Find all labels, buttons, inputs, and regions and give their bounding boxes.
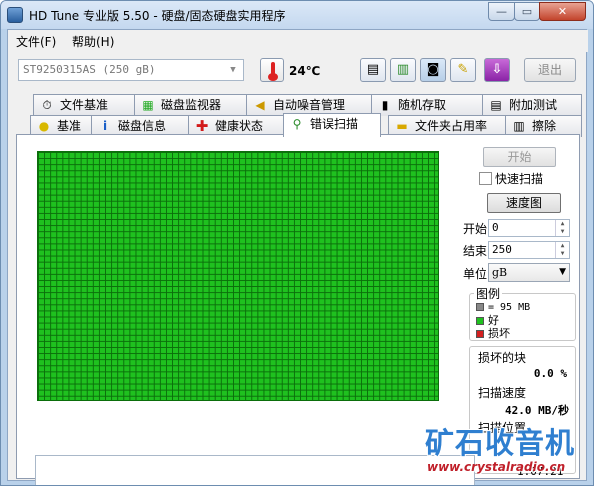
watermark-text: 矿石收音机 [425, 426, 576, 460]
close-button[interactable]: ✕ [539, 2, 586, 21]
menu-file[interactable]: 文件(F) [16, 33, 56, 50]
end-field-value: 250 [492, 243, 512, 256]
speaker-icon: ◀ [255, 98, 265, 112]
thermometer-icon [260, 58, 284, 82]
legend-good-label: 好 [488, 314, 499, 327]
quick-scan-label: 快速扫描 [495, 172, 544, 186]
bad-blocks-label: 损坏的块 [478, 351, 527, 365]
menu-help[interactable]: 帮助(H) [72, 33, 114, 50]
watermark-url: www.crystalradio.cn [427, 460, 566, 474]
end-field[interactable]: 250 ▲ ▼ [488, 241, 570, 259]
exit-button[interactable]: 退出 [524, 58, 576, 82]
legend-block-row: = 95 MB [470, 302, 575, 314]
legend-bad-row: 损坏 [470, 327, 575, 340]
tools-icon: ✎ [457, 62, 469, 77]
options-button[interactable]: ✎ [450, 58, 476, 82]
spinner-arrows-icon[interactable]: ▲ ▼ [555, 242, 569, 258]
bad-blocks-value: 0.0 % [533, 367, 567, 380]
lightbulb-icon: ● [38, 119, 50, 133]
chevron-down-icon: ▼ [230, 65, 236, 75]
start-scan-button[interactable]: 开始 [483, 147, 556, 167]
monitor-chart-icon: ▦ [142, 98, 154, 112]
unit-select[interactable]: gB ▼ [488, 263, 570, 282]
copy-icon: ▤ [366, 62, 380, 77]
tab-disk-monitor[interactable]: ▦ 磁盘监视器 [134, 94, 247, 116]
unit-label: 单位 [463, 267, 488, 281]
end-label: 结束 [463, 244, 488, 258]
quick-scan-checkbox[interactable] [479, 172, 492, 185]
scan-block-map [37, 151, 439, 401]
drive-select-value: ST9250315AS (250 gB) [23, 63, 156, 76]
start-field[interactable]: 0 ▲ ▼ [488, 219, 570, 237]
down-arrow-icon: ⇩ [491, 62, 503, 77]
app-window: HD Tune 专业版 5.50 - 硬盘/固态硬盘实用程序 — ▭ ✕ 文件(… [0, 0, 594, 486]
screenshot-button[interactable]: ◙ [420, 58, 446, 82]
info-icon: i [102, 119, 108, 133]
chevron-down-icon: ▼ [559, 267, 566, 277]
temperature-value: 24℃ [289, 64, 321, 78]
tab-error-scan[interactable]: ⚲ 错误扫描 [283, 113, 381, 137]
copy-all-icon: ▥ [396, 62, 410, 77]
random-access-icon: ▮ [381, 98, 389, 112]
legend-block-size: = 95 MB [488, 302, 531, 313]
trash-icon: ▥ [513, 119, 525, 133]
save-button[interactable]: ⇩ [484, 58, 510, 82]
folder-icon: ▬ [396, 119, 408, 133]
camera-icon: ◙ [426, 62, 440, 77]
tab-random-access[interactable]: ▮ 随机存取 [371, 94, 483, 116]
legend-title: 图例 [476, 287, 501, 301]
scan-log[interactable] [35, 455, 475, 485]
tab-file-benchmark[interactable]: ⏱ 文件基准 [33, 94, 135, 116]
window-title: HD Tune 专业版 5.50 - 硬盘/固态硬盘实用程序 [29, 9, 286, 23]
maximize-button[interactable]: ▭ [514, 2, 540, 21]
drive-select[interactable]: ST9250315AS (250 gB) ▼ [18, 59, 244, 81]
magnifier-icon: ⚲ [292, 117, 302, 131]
legend-bad-label: 损坏 [488, 327, 510, 340]
speed-map-button[interactable]: 速度图 [487, 193, 561, 213]
minimize-button[interactable]: — [488, 2, 515, 21]
good-swatch [476, 317, 484, 325]
start-label: 开始 [463, 222, 488, 236]
spinner-arrows-icon[interactable]: ▲ ▼ [555, 220, 569, 236]
legend-box: 图例 = 95 MB 好 损坏 [469, 285, 576, 341]
watermark: 矿石收音机 www.crystalradio.cn [425, 420, 594, 486]
menu-bar: 文件(F) 帮助(H) [8, 30, 588, 52]
copy-all-button[interactable]: ▥ [390, 58, 416, 82]
scan-speed-label: 扫描速度 [478, 386, 527, 400]
copy-text-button[interactable]: ▤ [360, 58, 386, 82]
start-field-value: 0 [492, 221, 499, 234]
hdtune-icon [7, 7, 23, 23]
tab-extra-tests[interactable]: ▤ 附加测试 [482, 94, 582, 116]
bad-swatch [476, 330, 484, 338]
client-area: 文件(F) 帮助(H) ST9250315AS (250 gB) ▼ 24℃ ▤… [7, 29, 588, 485]
stopwatch-icon: ⏱ [42, 98, 52, 112]
toolbar: ST9250315AS (250 gB) ▼ 24℃ ▤ ▥ ◙ ✎ ⇩ 退出 [8, 52, 588, 88]
block-swatch [476, 303, 484, 311]
calculator-icon: ▤ [490, 98, 502, 112]
scan-speed-value: 42.0 MB/秒 [505, 404, 569, 417]
unit-select-value: gB [492, 266, 508, 279]
title-bar: HD Tune 专业版 5.50 - 硬盘/固态硬盘实用程序 — ▭ ✕ [1, 1, 593, 29]
red-cross-icon: ✚ [195, 117, 209, 135]
legend-good-row: 好 [470, 314, 575, 327]
